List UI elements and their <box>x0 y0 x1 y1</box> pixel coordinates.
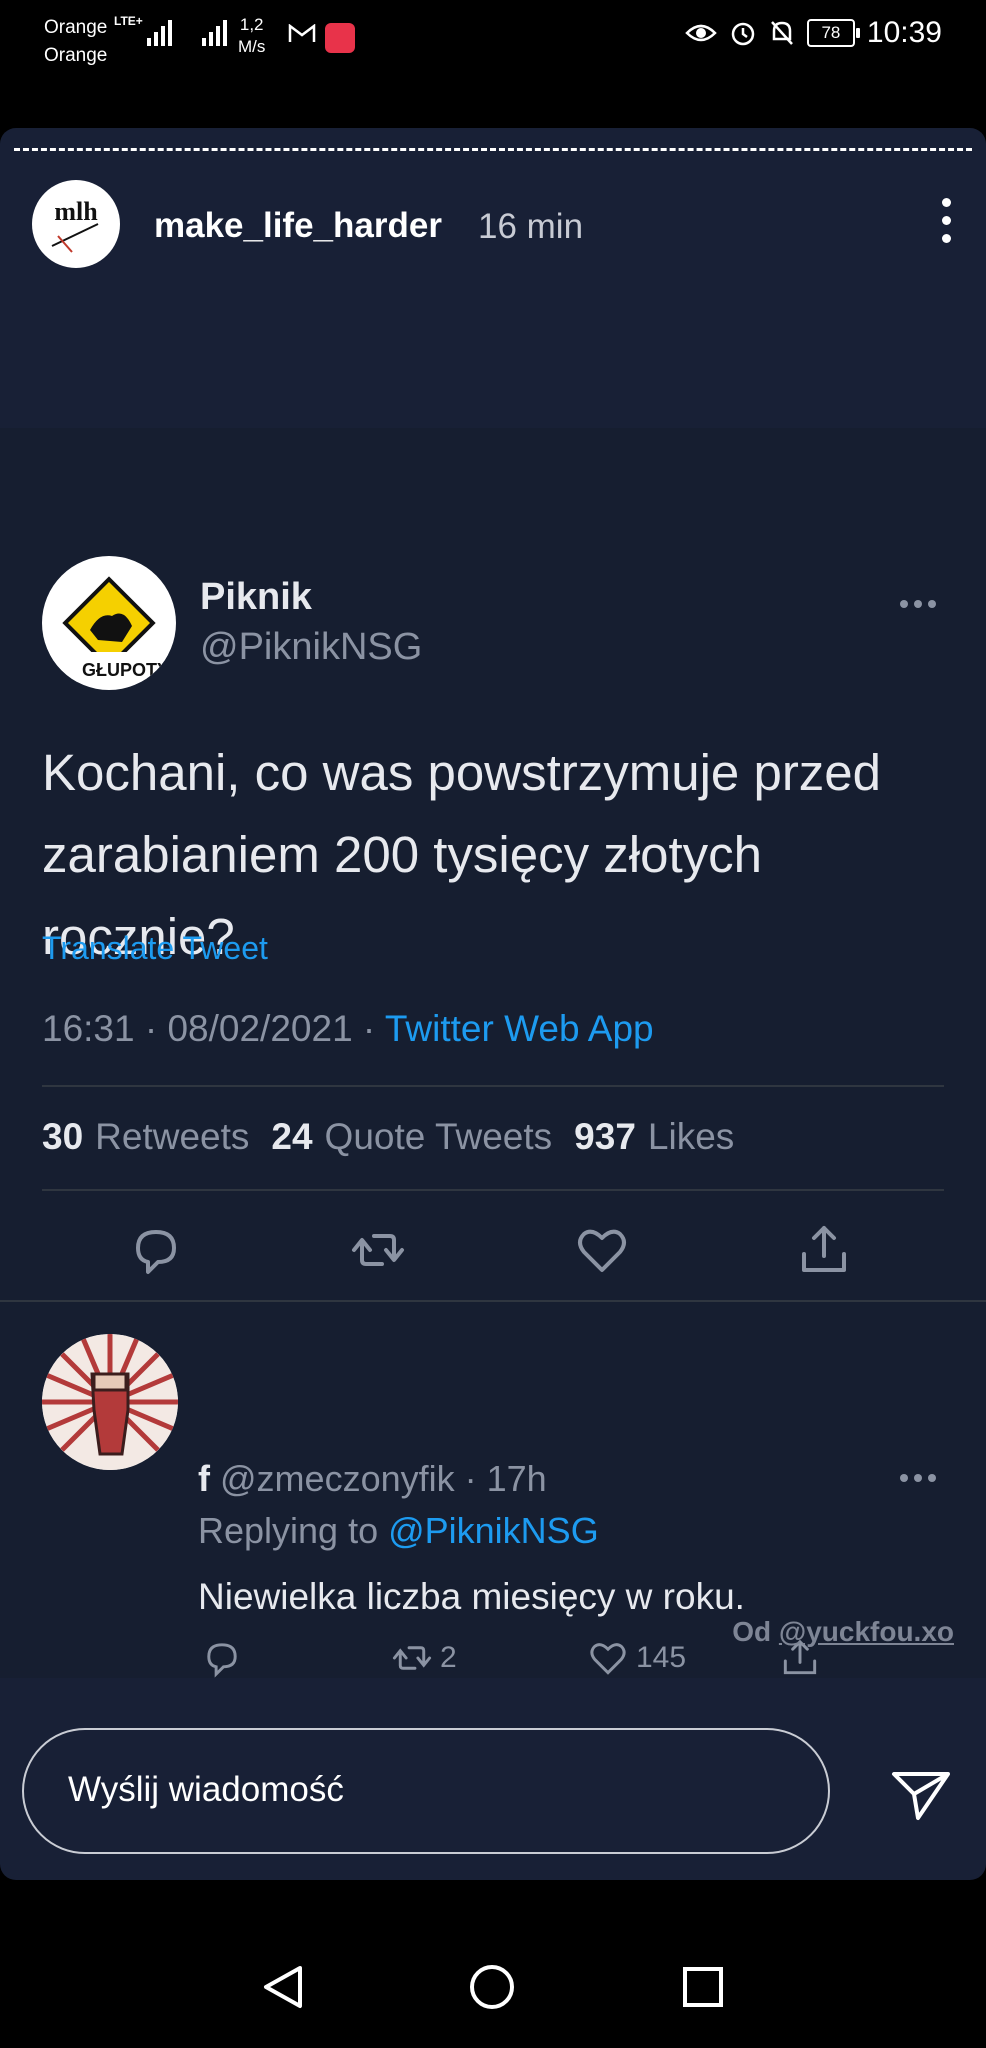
tweet-author-handle: @PiknikNSG <box>200 626 423 668</box>
retweet-icon <box>352 1234 404 1266</box>
alarm-icon <box>731 22 755 46</box>
divider <box>42 1085 944 1087</box>
reply-like-action: 145 <box>586 1636 686 1680</box>
tweet-timestamp: 16:31 · 08/02/2021 · <box>42 1008 385 1049</box>
divider <box>42 1189 944 1191</box>
signal-1-icon <box>146 18 172 46</box>
quote-tweets-stat: 24 Quote Tweets <box>271 1116 553 1157</box>
clock: 10:39 <box>866 16 942 49</box>
home-icon[interactable] <box>469 1964 515 2010</box>
gmail-icon <box>288 24 316 42</box>
warning-sign-logo-icon: GŁUPOTY <box>50 576 169 682</box>
translate-tweet-link: Translate Tweet <box>42 930 268 966</box>
signal-2-icon <box>201 18 227 46</box>
reply-author-handle: @zmeczonyfik <box>220 1458 455 1499</box>
back-icon[interactable] <box>262 1964 304 2010</box>
tweet-meta: 16:31 · 08/02/2021 · Twitter Web App <box>42 1008 654 1050</box>
send-icon[interactable] <box>890 1768 952 1824</box>
reply-reply-action <box>200 1636 244 1680</box>
reply-icon <box>136 1230 176 1274</box>
speed-unit: M/s <box>238 37 266 56</box>
carrier-2: Orange <box>44 45 108 66</box>
huawei-app-icon <box>325 23 355 53</box>
tweet-author-avatar: GŁUPOTY <box>42 556 176 690</box>
carrier-1: Orange <box>44 17 108 38</box>
recents-icon[interactable] <box>682 1966 724 2008</box>
svg-text:GŁUPOTY: GŁUPOTY <box>82 660 169 680</box>
android-nav-bar <box>0 1880 986 2048</box>
divider <box>0 1300 986 1302</box>
signal-icons: LTE+ <box>114 14 227 46</box>
carrier-labels: Orange Orange <box>44 14 107 70</box>
status-right: 78 10:39 <box>685 16 942 50</box>
story-time: 16 min <box>478 207 584 246</box>
bell-off-icon <box>770 21 793 45</box>
reply-time: · 17h <box>464 1458 547 1499</box>
reply-more-icon <box>900 1474 936 1482</box>
network-type: LTE+ <box>114 14 143 28</box>
reply-header: f @zmeczonyfik · 17h <box>198 1458 547 1500</box>
like-icon <box>590 1643 626 1675</box>
share-icon <box>802 1226 846 1272</box>
story-attribution[interactable]: Od @yuckfou.xo <box>732 1616 954 1648</box>
more-options-icon[interactable] <box>940 198 952 243</box>
reply-author-avatar <box>42 1334 178 1470</box>
attribution-handle[interactable]: @yuckfou.xo <box>779 1616 954 1647</box>
replying-to: Replying to @PiknikNSG <box>198 1510 599 1551</box>
story-viewer: mlh make_life_harder 16 min GŁUPOTY Pikn… <box>0 128 986 1880</box>
story-header: mlh make_life_harder 16 min <box>32 176 962 268</box>
retweet-icon <box>392 1646 432 1670</box>
reply-author-name: f <box>198 1458 210 1499</box>
speed-value: 1,2 <box>239 15 264 34</box>
status-bar: Orange Orange LTE+ 1,2 M/s 78 10:39 <box>0 0 986 80</box>
message-input[interactable]: Wyślij wiadomość <box>22 1728 830 1854</box>
likes-stat: 937 Likes <box>574 1116 735 1157</box>
eye-icon <box>685 24 717 42</box>
story-username[interactable]: make_life_harder <box>154 206 442 246</box>
like-icon <box>578 1229 626 1272</box>
replying-to-mention: @PiknikNSG <box>388 1510 599 1551</box>
story-progress-bar <box>14 148 972 151</box>
reply-retweet-count: 2 <box>440 1641 457 1674</box>
reply-like-count: 145 <box>636 1641 687 1674</box>
tweet-source: Twitter Web App <box>384 1008 654 1049</box>
network-speed: 1,2 M/s <box>238 14 265 58</box>
avatar-logo-text: mlh <box>54 197 98 226</box>
tweet-actions <box>0 1220 986 1290</box>
tweet-more-icon <box>900 600 936 608</box>
tweet-author-name: Piknik <box>200 576 312 618</box>
tweet-stats: 30 Retweets 24 Quote Tweets 937 Likes <box>42 1116 734 1158</box>
message-input-placeholder: Wyślij wiadomość <box>68 1770 344 1809</box>
reply-icon <box>207 1643 237 1678</box>
reply-retweet-action: 2 <box>390 1636 457 1680</box>
mlh-logo-icon: mlh <box>51 197 99 253</box>
retweets-stat: 30 Retweets <box>42 1116 250 1157</box>
raised-fist-icon <box>42 1334 178 1470</box>
battery-indicator: 78 <box>806 19 860 47</box>
story-author-avatar[interactable]: mlh <box>32 180 120 268</box>
reply-text: Niewielka liczba miesięcy w roku. <box>198 1576 745 1617</box>
